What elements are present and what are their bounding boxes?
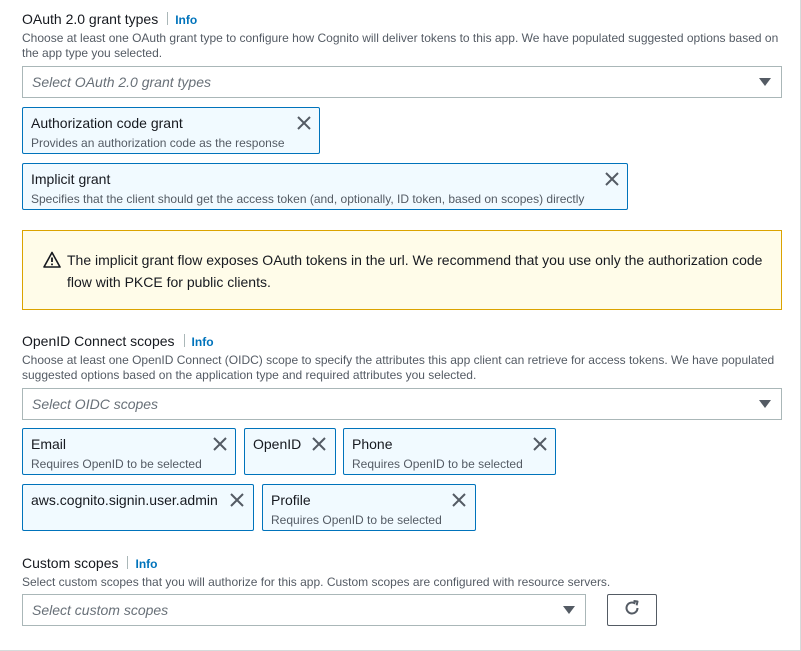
token-aws-cognito-signin-user-admin: aws.cognito.signin.user.admin — [22, 484, 254, 531]
token-title: Phone — [352, 436, 393, 452]
token-subtitle: Specifies that the client should get the… — [31, 192, 585, 206]
oauth-grant-types-header: OAuth 2.0 grant types Info — [22, 11, 197, 27]
token-title: Email — [31, 436, 67, 452]
token-title: Profile — [271, 492, 311, 508]
token-email: Email Requires OpenID to be selected — [22, 428, 236, 475]
oidc-scopes-label: OpenID Connect scopes — [22, 333, 175, 349]
oauth-info-link[interactable]: Info — [175, 13, 197, 27]
implicit-grant-warning-alert: The implicit grant flow exposes OAuth to… — [22, 230, 782, 310]
refresh-icon — [623, 599, 641, 622]
caret-down-icon — [759, 78, 771, 86]
remove-phone-icon[interactable] — [532, 436, 548, 452]
token-title: Authorization code grant — [31, 115, 183, 131]
remove-profile-icon[interactable] — [451, 492, 467, 508]
token-title: OpenID — [253, 436, 302, 452]
token-phone: Phone Requires OpenID to be selected — [343, 428, 556, 475]
token-title: Implicit grant — [31, 171, 111, 187]
oauth-grant-types-placeholder: Select OAuth 2.0 grant types — [32, 74, 211, 90]
app-client-settings-panel: OAuth 2.0 grant types Info Choose at lea… — [0, 0, 801, 651]
oauth-grant-types-description: Choose at least one OAuth grant type to … — [22, 31, 779, 60]
token-openid: OpenID — [244, 428, 336, 475]
divider — [127, 556, 129, 569]
custom-scopes-label: Custom scopes — [22, 555, 119, 571]
refresh-custom-scopes-button[interactable] — [607, 594, 657, 626]
oidc-scopes-placeholder: Select OIDC scopes — [32, 396, 159, 412]
caret-down-icon — [759, 400, 771, 408]
remove-implicit-grant-icon[interactable] — [604, 171, 620, 187]
token-authorization-code-grant: Authorization code grant Provides an aut… — [22, 107, 320, 154]
custom-scopes-header: Custom scopes Info — [22, 555, 157, 571]
oauth-grant-types-select[interactable]: Select OAuth 2.0 grant types — [22, 66, 782, 98]
remove-openid-icon[interactable] — [311, 436, 327, 452]
caret-down-icon — [563, 606, 575, 614]
divider — [167, 12, 169, 25]
token-profile: Profile Requires OpenID to be selected — [262, 484, 476, 531]
remove-authorization-code-grant-icon[interactable] — [296, 115, 312, 131]
warning-text: The implicit grant flow exposes OAuth to… — [67, 252, 763, 290]
custom-info-link[interactable]: Info — [135, 557, 157, 571]
token-subtitle: Requires OpenID to be selected — [31, 457, 202, 471]
token-subtitle: Requires OpenID to be selected — [352, 457, 523, 471]
custom-scopes-description: Select custom scopes that you will autho… — [22, 575, 611, 589]
custom-scopes-placeholder: Select custom scopes — [32, 602, 169, 618]
divider — [183, 334, 185, 347]
oidc-scopes-header: OpenID Connect scopes Info — [22, 333, 214, 349]
oidc-info-link[interactable]: Info — [192, 335, 214, 349]
token-subtitle: Provides an authorization code as the re… — [31, 136, 285, 150]
token-subtitle: Requires OpenID to be selected — [271, 513, 442, 527]
oidc-scopes-description: Choose at least one OpenID Connect (OIDC… — [22, 353, 775, 382]
remove-aws-cognito-signin-user-admin-icon[interactable] — [229, 492, 245, 508]
remove-email-icon[interactable] — [212, 436, 228, 452]
oauth-grant-types-label: OAuth 2.0 grant types — [22, 11, 159, 27]
warning-icon — [43, 251, 61, 269]
token-title: aws.cognito.signin.user.admin — [31, 492, 218, 508]
token-implicit-grant: Implicit grant Specifies that the client… — [22, 163, 628, 210]
oidc-scopes-select[interactable]: Select OIDC scopes — [22, 388, 782, 420]
custom-scopes-select[interactable]: Select custom scopes — [22, 594, 586, 626]
